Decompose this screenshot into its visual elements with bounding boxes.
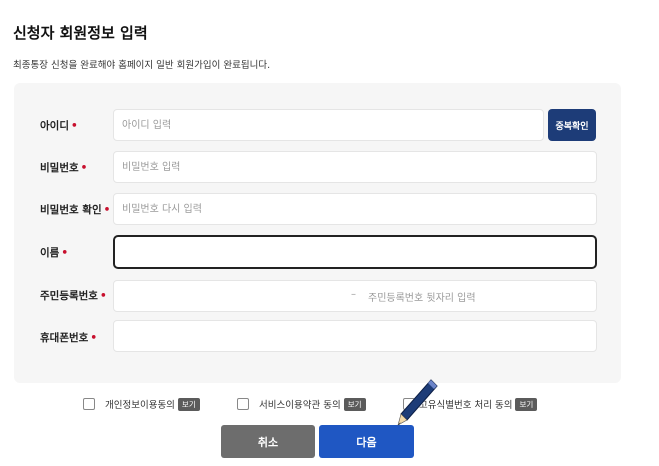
name-label-text: 이름 <box>40 247 60 259</box>
rrn-back-placeholder: 주민등록번호 뒷자리 입력 <box>368 293 476 304</box>
password-confirm-label-text: 비밀번호 확인 <box>40 204 102 216</box>
privacy-view-button[interactable]: 보기 <box>177 397 200 411</box>
id-input[interactable] <box>113 109 544 141</box>
name-label: 이름 • <box>40 246 68 260</box>
unique-id-checkbox[interactable] <box>403 398 415 410</box>
terms-view-button[interactable]: 보기 <box>343 397 366 411</box>
rrn-input[interactable]: – 주민등록번호 뒷자리 입력 <box>113 280 597 312</box>
agreement-terms: 서비스이용약관 동의 보기 <box>237 396 366 412</box>
required-mark: • <box>90 332 98 344</box>
rrn-label-text: 주민등록번호 <box>40 290 98 302</box>
password-confirm-input[interactable] <box>113 193 597 225</box>
required-mark: • <box>80 162 88 174</box>
required-mark: • <box>103 204 111 216</box>
rrn-label: 주민등록번호 • <box>40 289 107 303</box>
terms-checkbox[interactable] <box>237 398 249 410</box>
password-label-text: 비밀번호 <box>40 162 79 174</box>
required-mark: • <box>61 247 69 259</box>
id-label-text: 아이디 <box>40 120 69 132</box>
unique-id-agreement-label: 고유식별번호 처리 동의 <box>419 400 513 411</box>
unique-id-view-button[interactable]: 보기 <box>515 397 538 411</box>
cancel-button[interactable]: 취소 <box>221 425 315 458</box>
phone-label-text: 휴대폰번호 <box>40 332 89 344</box>
id-label: 아이디 • <box>40 119 78 133</box>
phone-input[interactable] <box>113 320 597 352</box>
agreement-privacy: 개인정보이용동의 보기 <box>83 396 200 412</box>
required-mark: • <box>99 290 107 302</box>
page-subtitle: 최종통장 신청을 완료해야 홈페이지 일반 회원가입이 완료됩니다. <box>13 60 271 71</box>
privacy-agreement-label: 개인정보이용동의 <box>105 400 175 411</box>
agreement-unique-id: 고유식별번호 처리 동의 보기 <box>403 396 538 412</box>
phone-label: 휴대폰번호 • <box>40 331 97 345</box>
rrn-separator: – <box>351 289 356 300</box>
terms-agreement-label: 서비스이용약관 동의 <box>259 400 341 411</box>
password-confirm-label: 비밀번호 확인 • <box>40 203 110 217</box>
next-button[interactable]: 다음 <box>319 425 414 458</box>
password-label: 비밀번호 • <box>40 161 87 175</box>
name-input[interactable] <box>113 235 597 269</box>
privacy-checkbox[interactable] <box>83 398 95 410</box>
page-title: 신청자 회원정보 입력 <box>13 24 148 42</box>
duplicate-check-button[interactable]: 중복확인 <box>548 109 596 141</box>
password-input[interactable] <box>113 151 597 183</box>
required-mark: • <box>70 120 78 132</box>
